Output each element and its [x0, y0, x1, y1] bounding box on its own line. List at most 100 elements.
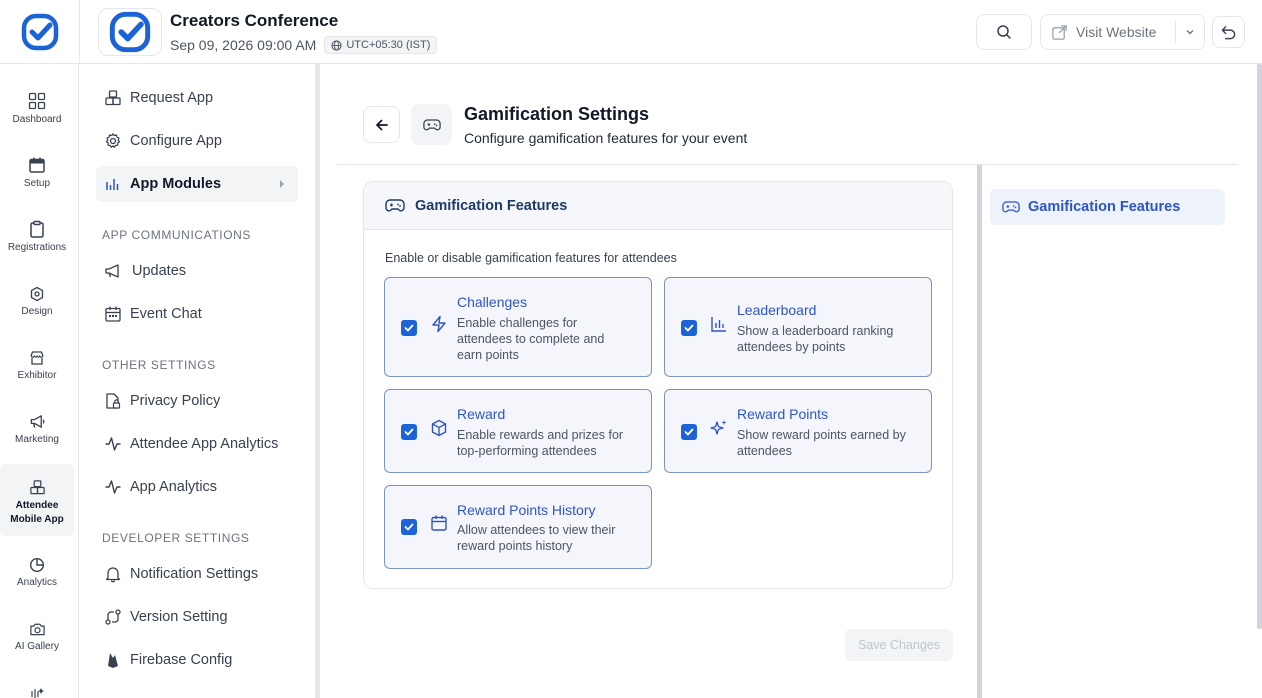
- page-scrollbar[interactable]: [1257, 64, 1262, 629]
- nav-item-app-analytics[interactable]: App Analytics: [96, 469, 298, 505]
- rail-item-more[interactable]: [0, 678, 74, 698]
- pie-chart-icon: [29, 557, 45, 573]
- calendar-icon: [29, 157, 45, 173]
- feature-reward-points-history[interactable]: Reward Points History Allow attendees to…: [384, 485, 652, 569]
- nav-item-firebase-config[interactable]: Firebase Config: [96, 642, 298, 678]
- rail-item-registrations[interactable]: Registrations: [0, 216, 74, 255]
- feature-title: Reward: [457, 406, 506, 422]
- feature-checkbox[interactable]: [401, 320, 417, 336]
- feature-title: Reward Points History: [457, 502, 596, 518]
- feature-challenges[interactable]: Challenges Enable challenges for attende…: [384, 277, 652, 377]
- gamepad-icon: [385, 199, 405, 212]
- nav-label: Request App: [130, 90, 214, 106]
- check-icon: [684, 428, 694, 436]
- visit-website-dropdown[interactable]: [1176, 27, 1204, 37]
- feature-reward[interactable]: Reward Enable rewards and prizes for top…: [384, 389, 652, 473]
- page-subtitle: Configure gamification features for your…: [464, 130, 748, 146]
- feature-title: Challenges: [457, 294, 528, 310]
- nav-section-communications: APP COMMUNICATIONS: [102, 228, 252, 242]
- secondary-sidebar: Request App Configure App App Modules AP…: [80, 64, 316, 698]
- feature-checkbox[interactable]: [401, 519, 417, 535]
- feature-checkbox[interactable]: [401, 424, 417, 440]
- feature-reward-points[interactable]: Reward Points Show reward points earned …: [664, 389, 932, 473]
- rail-item-marketing[interactable]: Marketing: [0, 408, 74, 447]
- check-icon: [404, 523, 414, 531]
- megaphone-icon: [105, 264, 119, 278]
- hexagon-icon: [30, 286, 44, 302]
- bell-icon: [105, 567, 121, 583]
- feature-checkbox[interactable]: [681, 424, 697, 440]
- nav-section-other: OTHER SETTINGS: [102, 358, 216, 372]
- rail-item-setup[interactable]: Setup: [0, 152, 74, 191]
- calendar-icon: [431, 515, 447, 531]
- clipboard-icon: [30, 220, 44, 238]
- nav-label: App Analytics: [130, 479, 218, 495]
- rail-label: Attendee Mobile App: [10, 499, 64, 525]
- feature-checkbox[interactable]: [681, 320, 697, 336]
- check-icon: [404, 324, 414, 332]
- rail-item-dashboard[interactable]: Dashboard: [0, 88, 74, 127]
- save-changes-button[interactable]: Save Changes: [845, 629, 953, 661]
- undo-button[interactable]: [1212, 16, 1245, 48]
- feature-leaderboard[interactable]: Leaderboard Show a leaderboard ranking a…: [664, 277, 932, 377]
- rail-item-attendee-mobile-app[interactable]: Attendee Mobile App: [0, 464, 74, 536]
- header-divider: [337, 164, 1238, 165]
- feature-description: Allow attendees to view their reward poi…: [457, 523, 616, 553]
- nav-label: Notification Settings: [130, 566, 259, 582]
- boxes-icon: [29, 479, 45, 494]
- event-logo: [98, 8, 162, 56]
- rail-label: Analytics: [16, 577, 57, 588]
- content-scrollbar[interactable]: [977, 165, 982, 698]
- nav-item-configure-app[interactable]: Configure App: [96, 123, 298, 159]
- chevron-right-icon: [280, 180, 284, 188]
- package-icon: [431, 419, 447, 437]
- rail-item-design[interactable]: Design: [0, 280, 74, 319]
- rail-label: Registrations: [7, 242, 67, 253]
- rail-label: AI Gallery: [15, 641, 59, 652]
- back-button[interactable]: [363, 106, 400, 143]
- nav-item-attendee-app-analytics[interactable]: Attendee App Analytics: [96, 426, 298, 462]
- activity-icon: [105, 480, 121, 494]
- event-date: Sep 09, 2026 09:00 AM: [170, 37, 317, 53]
- nav-item-event-chat[interactable]: Event Chat: [96, 296, 298, 332]
- feature-title: Reward Points: [737, 406, 829, 422]
- page-title: Gamification Settings: [464, 104, 650, 124]
- rail-label: Marketing: [15, 434, 59, 445]
- search-button[interactable]: [976, 14, 1032, 50]
- nav-item-version-setting[interactable]: Version Setting: [96, 599, 298, 635]
- card-description: Enable or disable gamification features …: [385, 251, 677, 265]
- card-title: Gamification Features: [415, 197, 568, 214]
- nav-label: Updates: [132, 263, 187, 279]
- secondary-sidebar-scrollbar[interactable]: [316, 64, 320, 698]
- rail-item-analytics[interactable]: Analytics: [0, 551, 74, 590]
- timezone-label: UTC+05:30 (IST): [346, 39, 431, 51]
- rail-item-ai-gallery[interactable]: AI Gallery: [0, 615, 74, 654]
- feature-title: Leaderboard: [737, 302, 817, 318]
- check-icon: [404, 428, 414, 436]
- nav-item-notification-settings[interactable]: Notification Settings: [96, 556, 298, 592]
- megaphone-icon: [30, 415, 44, 428]
- visit-website-button[interactable]: Visit Website: [1040, 14, 1205, 50]
- timezone-badge: UTC+05:30 (IST): [324, 36, 438, 54]
- external-link-icon: [1052, 24, 1067, 40]
- nav-item-privacy-policy[interactable]: Privacy Policy: [96, 383, 298, 419]
- chevron-down-icon: [1186, 30, 1194, 35]
- nav-label: Version Setting: [130, 609, 228, 625]
- toc-item-gamification-features[interactable]: Gamification Features: [990, 189, 1225, 225]
- toc-label: Gamification Features: [1028, 199, 1181, 215]
- search-icon: [997, 25, 1011, 39]
- dashboard-icon: [28, 92, 46, 110]
- rail-item-exhibitor[interactable]: Exhibitor: [0, 344, 74, 383]
- globe-icon: [331, 39, 342, 51]
- bar-chart-icon: [711, 317, 726, 332]
- git-compare-icon: [105, 609, 121, 625]
- nav-label: Privacy Policy: [130, 393, 221, 409]
- visit-website-main[interactable]: Visit Website: [1041, 15, 1175, 49]
- nav-item-updates[interactable]: Updates: [96, 253, 298, 289]
- card-header: Gamification Features: [364, 182, 952, 230]
- rail-label: Design: [21, 306, 53, 317]
- nav-item-app-modules[interactable]: App Modules: [96, 166, 298, 202]
- nav-item-request-app[interactable]: Request App: [96, 80, 298, 116]
- app-logo[interactable]: [0, 0, 80, 64]
- boxes-icon: [105, 90, 121, 106]
